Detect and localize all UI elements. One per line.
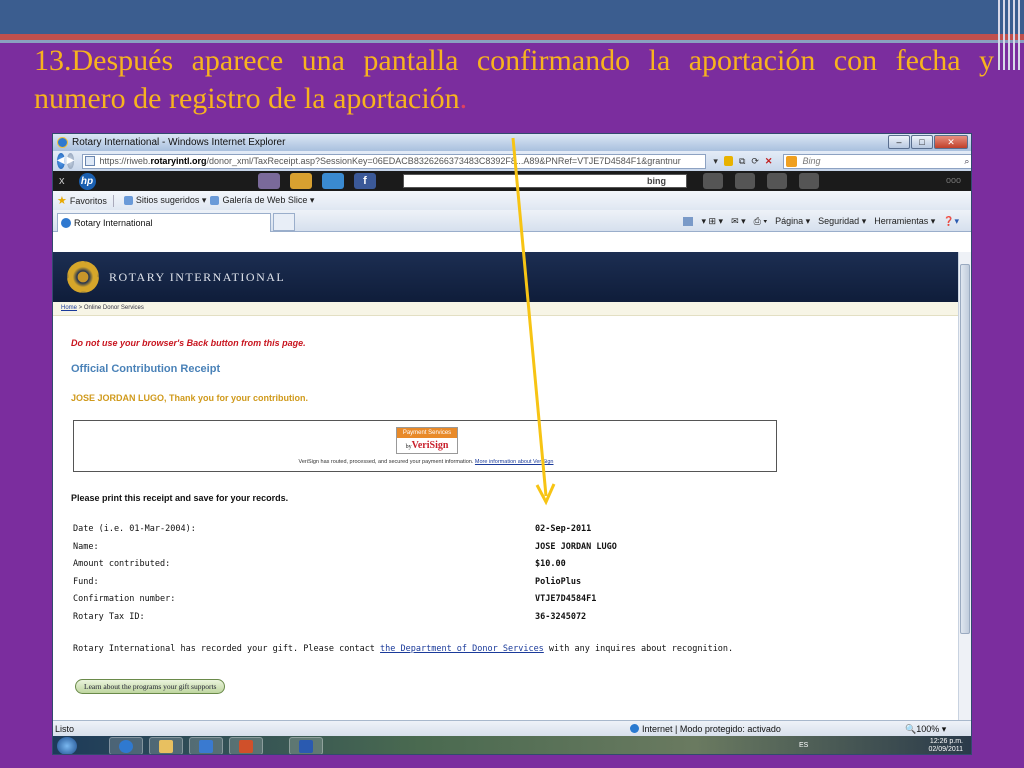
detail-row: Rotary Tax ID: 36-3245072 bbox=[73, 611, 587, 622]
refresh-icon[interactable]: ⟳ bbox=[751, 156, 759, 167]
web-slice-link[interactable]: Galería de Web Slice ▾ bbox=[222, 195, 314, 206]
help-icon[interactable]: ❓▾ bbox=[943, 216, 959, 227]
hp-toolbar: x hp f bing ooo bbox=[53, 171, 971, 191]
toolbar-app-icon[interactable] bbox=[258, 173, 280, 189]
verisign-badge[interactable]: Payment Services byVeriSign bbox=[396, 427, 458, 454]
recorded-message: Rotary International has recorded your g… bbox=[73, 644, 734, 654]
search-input[interactable]: Bing ⌕ bbox=[783, 153, 971, 169]
page-content: ROTARY INTERNATIONAL Home > Online Donor… bbox=[53, 252, 959, 720]
zoom-control[interactable]: 🔍100% ▾ bbox=[905, 724, 946, 735]
web-slice-icon bbox=[210, 196, 220, 205]
new-tab-button[interactable] bbox=[273, 213, 295, 231]
scrollbar-thumb[interactable] bbox=[960, 264, 970, 634]
favorites-star-icon[interactable]: ★ bbox=[57, 194, 67, 207]
browser-window: Rotary International - Windows Internet … bbox=[52, 133, 972, 755]
status-text: Listo bbox=[55, 724, 75, 734]
minimize-button[interactable]: – bbox=[888, 135, 910, 149]
toolbar-tool-icon[interactable] bbox=[703, 173, 723, 189]
address-bar-row: ◀ ▶ https://riweb.rotaryintl.org/donor_x… bbox=[53, 151, 971, 171]
page-icon bbox=[85, 155, 96, 166]
detail-row: Date (i.e. 01-Mar-2004): 02-Sep-2011 bbox=[73, 524, 592, 534]
toolbar-close-icon[interactable]: x bbox=[59, 175, 65, 187]
search-icon[interactable]: ⌕ bbox=[964, 155, 969, 168]
toolbar-share-icon[interactable] bbox=[322, 173, 344, 189]
close-button[interactable]: ✕ bbox=[934, 135, 968, 149]
print-instructions: Please print this receipt and save for y… bbox=[71, 493, 289, 503]
back-button-warning: Do not use your browser's Back button fr… bbox=[71, 338, 306, 348]
taskbar-explorer-button[interactable] bbox=[149, 737, 183, 754]
breadcrumb-home[interactable]: Home bbox=[61, 305, 77, 311]
detail-row: Name: JOSE JORDAN LUGO bbox=[73, 541, 617, 552]
status-bar: Listo Internet | Modo protegido: activad… bbox=[53, 720, 971, 736]
taskbar-word-button[interactable] bbox=[289, 737, 323, 754]
rotary-header: ROTARY INTERNATIONAL bbox=[53, 252, 959, 302]
start-button[interactable] bbox=[57, 737, 77, 754]
thank-you-message: JOSE JORDAN LUGO, Thank you for your con… bbox=[71, 393, 309, 403]
suggested-sites-icon bbox=[123, 196, 133, 205]
taskbar-media-button[interactable] bbox=[189, 737, 223, 754]
taskbar-ie-button[interactable] bbox=[109, 737, 143, 754]
detail-row: Amount contributed: $10.00 bbox=[73, 559, 566, 569]
window-titlebar: Rotary International - Windows Internet … bbox=[53, 134, 971, 151]
slide-corner-lines bbox=[998, 0, 1020, 70]
verisign-info-link[interactable]: More information about VeriSign bbox=[475, 459, 554, 465]
verisign-note: VeriSign has routed, processed, and secu… bbox=[298, 459, 554, 465]
security-zone[interactable]: Internet | Modo protegido: activado bbox=[630, 724, 781, 734]
forward-button[interactable]: ▶ bbox=[66, 153, 75, 169]
toolbar-search-input[interactable]: bing bbox=[403, 174, 687, 188]
home-icon[interactable] bbox=[683, 217, 694, 226]
like-icon[interactable] bbox=[735, 173, 755, 189]
verisign-box: Payment Services byVeriSign VeriSign has… bbox=[73, 420, 777, 472]
taskbar-powerpoint-button[interactable] bbox=[229, 737, 263, 754]
favorites-button[interactable]: Favoritos bbox=[70, 196, 107, 206]
favorites-bar: ★ Favoritos Sitios sugeridos ▾ Galería d… bbox=[53, 191, 971, 210]
slide-top-band bbox=[0, 0, 1024, 34]
suggested-sites-link[interactable]: Sitios sugeridos ▾ bbox=[136, 195, 207, 206]
ie-icon bbox=[57, 137, 68, 148]
weather-icon[interactable] bbox=[290, 173, 312, 189]
tools-menu[interactable]: Herramientas ▾ bbox=[874, 216, 935, 227]
donor-services-link[interactable]: the Department of Donor Services bbox=[380, 644, 544, 654]
mail-icon[interactable]: ✉ ▾ bbox=[731, 216, 746, 227]
facebook-icon[interactable]: f bbox=[354, 173, 376, 189]
back-button[interactable]: ◀ bbox=[57, 153, 65, 169]
maximize-button[interactable]: □ bbox=[911, 135, 933, 149]
address-input[interactable]: https://riweb.rotaryintl.org/donor_xml/T… bbox=[82, 153, 707, 169]
receipt-details: Date (i.e. 01-Mar-2004): 02-Sep-2011 Name… bbox=[73, 524, 773, 629]
learn-programs-button[interactable]: Learn about the programs your gift suppo… bbox=[75, 679, 226, 694]
language-indicator[interactable]: ES bbox=[799, 742, 808, 749]
windows-taskbar: ES 12:26 p.m. 02/09/2011 bbox=[53, 736, 971, 754]
receipt-title: Official Contribution Receipt bbox=[71, 363, 221, 375]
globe-icon bbox=[630, 724, 639, 733]
compat-icon[interactable]: ⧉ bbox=[739, 156, 745, 167]
print-icon[interactable]: ⎙ ▾ bbox=[754, 216, 767, 227]
window-title: Rotary International - Windows Internet … bbox=[72, 137, 286, 148]
stop-icon[interactable]: ✕ bbox=[765, 156, 773, 167]
slide-title: 13.Después aparece una pantalla confirma… bbox=[34, 44, 994, 115]
security-menu[interactable]: Seguridad ▾ bbox=[818, 216, 866, 227]
tab-favicon-icon bbox=[61, 218, 71, 228]
vertical-scrollbar[interactable] bbox=[958, 252, 971, 720]
system-clock[interactable]: 12:26 p.m. 02/09/2011 bbox=[928, 738, 963, 754]
org-name: ROTARY INTERNATIONAL bbox=[109, 269, 286, 284]
toolbar-extra-icon[interactable] bbox=[799, 173, 819, 189]
tab-bar: Rotary International ▾ ⊞ ▾ ✉ ▾ ⎙ ▾ Págin… bbox=[53, 210, 971, 232]
tab-rotary[interactable]: Rotary International bbox=[57, 213, 271, 232]
toolbar-more[interactable]: ooo bbox=[946, 175, 961, 185]
feeds-icon[interactable]: ▾ ⊞ ▾ bbox=[701, 216, 723, 227]
hp-logo-icon: hp bbox=[78, 172, 96, 190]
dropdown-icon[interactable]: ▾ bbox=[713, 156, 718, 167]
detail-row: Fund: PolioPlus bbox=[73, 576, 582, 587]
rotary-wheel-logo bbox=[67, 261, 99, 293]
breadcrumb: Home > Online Donor Services bbox=[53, 302, 959, 316]
media-icon[interactable] bbox=[767, 173, 787, 189]
lock-icon[interactable] bbox=[723, 156, 733, 166]
page-menu[interactable]: Página ▾ bbox=[775, 216, 810, 227]
detail-row: Confirmation number: VTJE7D4584F1 bbox=[73, 594, 597, 604]
bing-icon bbox=[786, 155, 798, 167]
